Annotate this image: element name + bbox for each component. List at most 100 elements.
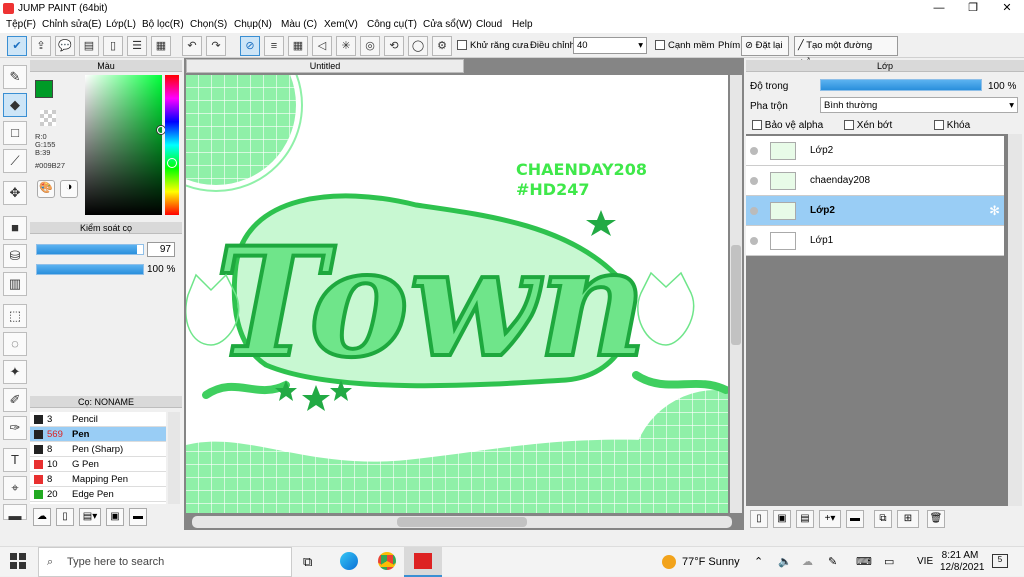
add-layer-menu-icon[interactable]: +▾ xyxy=(819,510,841,528)
perspective-icon[interactable]: ◁ xyxy=(312,36,332,56)
text-tool-icon[interactable]: T xyxy=(3,448,27,472)
blend-select[interactable]: Bình thường ▾ xyxy=(820,97,1018,113)
more-tools-icon[interactable]: ▬ xyxy=(3,504,27,523)
brush-tool-icon[interactable]: ✎ xyxy=(3,65,27,89)
main-color-swatch[interactable] xyxy=(35,80,53,98)
brush-item[interactable]: 8 Mapping Pen xyxy=(30,472,166,487)
clock[interactable]: 8:21 AM 12/8/2021 xyxy=(940,550,985,574)
menu-color[interactable]: Màu (C) xyxy=(281,19,317,30)
brush-menu-icon[interactable]: ▤▾ xyxy=(79,508,101,526)
antialias-checkbox[interactable] xyxy=(457,40,467,51)
fill-shape-icon[interactable]: ■ xyxy=(3,216,27,240)
brush-item[interactable]: 20 Edge Pen xyxy=(30,487,166,502)
brush-item[interactable]: 3 Pencil xyxy=(30,412,166,427)
drawing-canvas[interactable]: Town CHAENDAY208 #HD247 xyxy=(186,75,728,513)
jump-paint-taskbar-button[interactable] xyxy=(404,547,442,577)
gear-icon[interactable]: ✻ xyxy=(989,203,1000,219)
magic-wand-icon[interactable]: ✦ xyxy=(3,360,27,384)
sv-cursor[interactable] xyxy=(157,126,165,134)
chrome-icon[interactable] xyxy=(378,552,396,570)
layer-row[interactable]: Lớp1 xyxy=(746,226,1004,256)
page-icon[interactable]: ▯ xyxy=(103,36,123,56)
saturation-value-picker[interactable] xyxy=(85,75,162,215)
move-tool-icon[interactable]: ✥ xyxy=(3,181,27,205)
new-layer-icon[interactable]: ▯ xyxy=(750,510,768,528)
menu-cloud[interactable]: Cloud xyxy=(476,19,502,30)
concentric-icon[interactable]: ◎ xyxy=(360,36,380,56)
redo-icon[interactable]: ↷ xyxy=(206,36,226,56)
rect-select-icon[interactable]: ⬚ xyxy=(3,304,27,328)
eraser-tool-icon[interactable]: ◆ xyxy=(3,93,27,117)
bucket-tool-icon[interactable]: ⛁ xyxy=(3,244,27,268)
menu-view[interactable]: Xem(V) xyxy=(324,19,358,30)
undo-icon[interactable]: ↶ xyxy=(182,36,202,56)
keyboard-icon[interactable]: ⌨ xyxy=(856,555,872,568)
taskbar-search[interactable]: ⌕ Type here to search xyxy=(38,547,292,577)
parallel-ruler-icon[interactable]: ≡ xyxy=(264,36,284,56)
menu-file[interactable]: Tệp(F) xyxy=(6,19,36,30)
new-brush-icon[interactable]: ▯ xyxy=(56,508,74,526)
canvas-vscroll[interactable] xyxy=(730,75,742,513)
layer-props-icon[interactable]: ▤ xyxy=(796,510,814,528)
close-button[interactable]: ✕ xyxy=(990,0,1024,17)
copy-layer-icon[interactable]: ▣ xyxy=(773,510,791,528)
menu-layer[interactable]: Lớp(L) xyxy=(106,19,136,30)
ruler-off-icon[interactable]: ⊘ xyxy=(240,36,260,56)
minimize-button[interactable]: — xyxy=(922,0,956,17)
grid-check-icon[interactable]: ▦ xyxy=(151,36,171,56)
transparent-swatch[interactable] xyxy=(40,110,56,126)
edge-icon[interactable] xyxy=(340,552,358,570)
eyedropper-icon[interactable]: ⌖ xyxy=(3,476,27,500)
menu-tools[interactable]: Công cụ(T) xyxy=(367,19,417,30)
trash-icon[interactable]: 🗑 xyxy=(927,510,945,528)
brush-item-selected[interactable]: 569Pen✻ xyxy=(30,427,166,442)
tray-chevron-icon[interactable]: ⌃ xyxy=(754,555,763,568)
volume-icon[interactable]: 🔈 xyxy=(778,555,792,568)
grid-ruler-icon[interactable]: ▦ xyxy=(288,36,308,56)
gradient-tool-icon[interactable]: ▥ xyxy=(3,272,27,296)
lock-checkbox[interactable]: Khóa xyxy=(934,120,970,131)
adjust-select[interactable]: 40 ▾ xyxy=(573,37,647,54)
folder-icon[interactable]: ▬ xyxy=(129,508,147,526)
task-view-icon[interactable]: ⧉ xyxy=(303,554,312,570)
layers-scrollbar[interactable] xyxy=(1008,134,1022,506)
menu-edit[interactable]: Chỉnh sửa(E) xyxy=(42,19,102,30)
palette-icon[interactable]: 🎨 xyxy=(37,180,55,198)
windows-start-icon[interactable] xyxy=(10,553,26,569)
sharp-edge-checkbox[interactable] xyxy=(655,40,665,51)
eye-icon[interactable] xyxy=(750,177,758,185)
merge-icon[interactable]: ⧉ xyxy=(874,510,892,528)
clipping-checkbox[interactable]: Xén bớt xyxy=(844,120,892,131)
language-indicator[interactable]: VIE xyxy=(917,556,933,567)
brush-cloud-icon[interactable]: ☁ xyxy=(33,508,51,526)
comment-icon[interactable]: 💬 xyxy=(55,36,75,56)
weather-text[interactable]: 77°F Sunny xyxy=(682,556,740,568)
rectangle-tool-icon[interactable]: □ xyxy=(3,121,27,145)
brush-copy-icon[interactable]: ▣ xyxy=(106,508,124,526)
menu-select[interactable]: Chọn(S) xyxy=(190,19,227,30)
brush-item[interactable]: 10 G Pen xyxy=(30,457,166,472)
cloud-check-icon[interactable]: ✔ xyxy=(7,36,27,56)
brush-size-slider[interactable] xyxy=(36,244,144,255)
layer-opacity-slider[interactable] xyxy=(820,79,982,91)
network-icon[interactable]: ▭ xyxy=(884,555,894,568)
layer-row-selected[interactable]: Lớp2 ✻ xyxy=(746,196,1004,226)
reset-button[interactable]: ⊘ Đặt lại xyxy=(741,36,789,56)
hue-handle[interactable] xyxy=(167,158,177,168)
eye-icon[interactable] xyxy=(750,207,758,215)
cloud-icon[interactable]: ☁ xyxy=(802,555,813,568)
notification-icon[interactable]: 5 xyxy=(992,554,1008,568)
menu-window[interactable]: Cửa sổ(W) xyxy=(423,19,472,30)
lasso-select-icon[interactable]: ◌ xyxy=(3,332,27,356)
canvas-tab[interactable]: Untitled xyxy=(186,59,464,73)
layer-row[interactable]: chaenday208 xyxy=(746,166,1004,196)
protect-alpha-checkbox[interactable]: Bảo vệ alpha xyxy=(752,120,823,131)
hue-slider[interactable] xyxy=(165,75,179,215)
canvas-hscroll[interactable] xyxy=(192,516,732,528)
message-icon[interactable]: ▤ xyxy=(79,36,99,56)
brush-size-value[interactable]: 97 xyxy=(147,242,175,257)
straight-line-button[interactable]: ╱ Tạo một đường thẳng xyxy=(794,36,898,69)
radial-icon[interactable]: ✳ xyxy=(336,36,356,56)
brush-opacity-slider[interactable] xyxy=(36,264,144,275)
color-set-icon[interactable]: ◑ xyxy=(60,180,78,198)
